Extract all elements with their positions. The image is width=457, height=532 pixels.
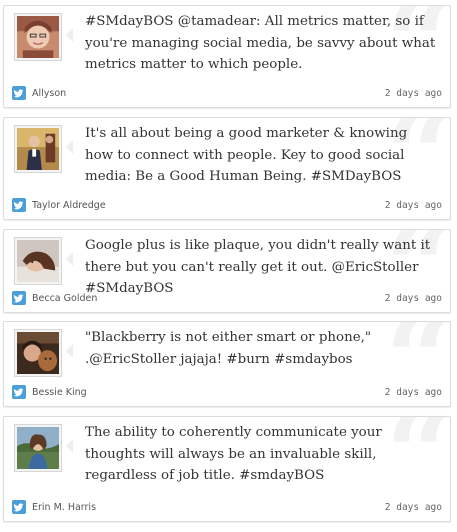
- author-name[interactable]: Taylor Aldredge: [32, 200, 106, 211]
- timestamp[interactable]: 2 days ago: [385, 293, 442, 304]
- avatar[interactable]: [14, 424, 62, 472]
- author-name[interactable]: Bessie King: [32, 387, 87, 398]
- author-name[interactable]: Allyson: [32, 88, 66, 99]
- avatar-photo: [17, 240, 59, 282]
- tweet-card: “ Google plus is like plaque, you didn't…: [3, 229, 451, 313]
- timestamp[interactable]: 2 days ago: [385, 387, 442, 398]
- avatar[interactable]: [14, 13, 62, 61]
- tweet-text: #SMdayBOS @tamadear: All metrics matter,…: [85, 14, 436, 72]
- tweet-card: “ #SMdayBOS @tamadear: All metrics matte…: [3, 5, 451, 108]
- tweet-text: The ability to coherently communicate yo…: [85, 425, 382, 483]
- bubble-arrow: [66, 439, 73, 453]
- twitter-bird-icon[interactable]: [12, 385, 26, 399]
- avatar-photo: [17, 332, 59, 374]
- author-name[interactable]: Becca Golden: [32, 293, 97, 304]
- avatar-photo: [17, 128, 59, 170]
- bubble-arrow: [66, 344, 73, 358]
- tweet-footer: Becca Golden 2 days ago: [4, 288, 450, 312]
- bubble-arrow: [66, 252, 73, 266]
- tweet-footer: Taylor Aldredge 2 days ago: [4, 195, 450, 219]
- tweet-footer: Allyson 2 days ago: [4, 83, 450, 107]
- bubble-arrow: [66, 28, 73, 42]
- twitter-bird-icon[interactable]: [12, 500, 26, 514]
- tweet-card: “ It's all about being a good marketer &…: [3, 117, 451, 220]
- avatar-photo: [17, 427, 59, 469]
- timestamp[interactable]: 2 days ago: [385, 502, 442, 513]
- avatar[interactable]: [14, 329, 62, 377]
- tweet-text: It's all about being a good marketer & k…: [85, 126, 408, 184]
- avatar[interactable]: [14, 125, 62, 173]
- tweet-footer: Erin M. Harris 2 days ago: [4, 497, 450, 521]
- timestamp[interactable]: 2 days ago: [385, 200, 442, 211]
- tweet-footer: Bessie King 2 days ago: [4, 382, 450, 406]
- timestamp[interactable]: 2 days ago: [385, 88, 442, 99]
- bubble-arrow: [66, 140, 73, 154]
- tweet-card: “ The ability to coherently communicate …: [3, 416, 451, 522]
- tweet-card: “ "Blackberry is not either smart or pho…: [3, 321, 451, 407]
- twitter-bird-icon[interactable]: [12, 86, 26, 100]
- avatar-photo: [17, 16, 59, 58]
- avatar[interactable]: [14, 237, 62, 285]
- twitter-bird-icon[interactable]: [12, 198, 26, 212]
- author-name[interactable]: Erin M. Harris: [32, 502, 96, 513]
- twitter-bird-icon[interactable]: [12, 291, 26, 305]
- tweet-text: "Blackberry is not either smart or phone…: [85, 330, 372, 367]
